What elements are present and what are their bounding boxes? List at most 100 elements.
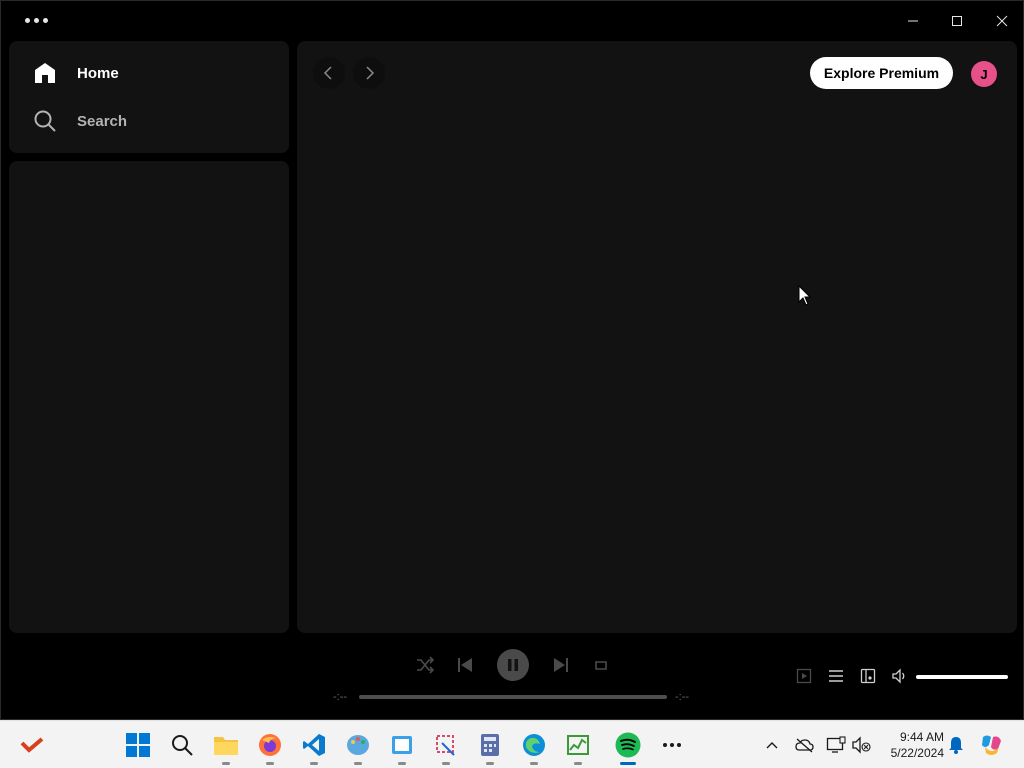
display-button[interactable] xyxy=(824,733,848,757)
now-playing-view-button[interactable] xyxy=(793,665,815,687)
copilot-icon xyxy=(982,735,1001,755)
search-icon xyxy=(172,735,193,756)
taskbar-search-button[interactable] xyxy=(166,729,198,761)
running-indicator xyxy=(354,762,362,765)
edge-icon xyxy=(523,734,545,756)
pause-icon xyxy=(508,659,518,671)
mouse-cursor xyxy=(798,284,812,312)
shuffle-icon xyxy=(417,656,434,674)
vscode-icon xyxy=(303,734,325,756)
start-button[interactable] xyxy=(122,729,154,761)
close-icon xyxy=(996,15,1008,27)
chevron-left-icon xyxy=(323,66,332,80)
windows-icon xyxy=(126,733,150,757)
chevron-up-icon xyxy=(766,742,778,749)
snipping-tool-button[interactable] xyxy=(430,729,462,765)
volume-muted-icon xyxy=(852,736,871,754)
nav-panel: Home Search xyxy=(9,41,289,153)
paint-button[interactable] xyxy=(342,729,374,765)
mute-button[interactable] xyxy=(889,665,911,687)
title-bar xyxy=(1,1,1024,39)
minimize-button[interactable] xyxy=(896,7,930,35)
device-icon xyxy=(860,668,876,684)
close-button[interactable] xyxy=(985,7,1019,35)
forward-button[interactable] xyxy=(353,57,385,89)
active-indicator xyxy=(620,762,636,765)
nav-item-label: Search xyxy=(77,112,128,130)
queue-button[interactable] xyxy=(825,665,847,687)
file-explorer-button[interactable] xyxy=(210,729,242,765)
task-manager-button[interactable] xyxy=(562,729,594,765)
explore-premium-button[interactable]: Explore Premium xyxy=(810,57,953,89)
vscode-button[interactable] xyxy=(298,729,330,765)
task-manager-icon xyxy=(567,735,589,755)
widgets-icon xyxy=(20,737,44,753)
firefox-button[interactable] xyxy=(254,729,286,765)
widgets-button[interactable] xyxy=(16,729,48,761)
clock-date: 5/22/2024 xyxy=(890,746,944,760)
running-indicator xyxy=(398,762,406,765)
running-indicator xyxy=(574,762,582,765)
home-icon xyxy=(35,63,55,83)
monitor-icon xyxy=(826,736,846,753)
progress-bar[interactable] xyxy=(359,695,667,699)
elapsed-time: -:-- xyxy=(333,691,348,703)
app-menu-button[interactable] xyxy=(25,13,51,27)
nav-item-label: Home xyxy=(77,64,119,82)
running-indicator xyxy=(442,762,450,765)
copilot-button[interactable] xyxy=(978,733,1006,757)
onedrive-button[interactable] xyxy=(792,733,816,757)
spotify-taskbar-button[interactable] xyxy=(612,729,644,765)
calculator-icon xyxy=(481,734,499,756)
remaining-time: -:-- xyxy=(675,691,690,703)
running-indicator xyxy=(222,762,230,765)
player-bar: -:-- -:-- xyxy=(1,641,1024,719)
nav-item-home[interactable]: Home xyxy=(33,57,119,89)
running-indicator xyxy=(530,762,538,765)
library-panel xyxy=(9,161,289,633)
system-clock[interactable]: 9:44 AM 5/22/2024 xyxy=(880,729,944,761)
repeat-icon xyxy=(595,661,607,670)
skip-forward-icon xyxy=(554,658,568,672)
bell-icon xyxy=(949,737,963,754)
taskbar: 9:44 AM 5/22/2024 xyxy=(0,720,1024,768)
main-view: Explore Premium J xyxy=(297,41,1017,633)
shuffle-button[interactable] xyxy=(413,653,437,677)
repeat-button[interactable] xyxy=(589,653,613,677)
running-indicator xyxy=(266,762,274,765)
maximize-icon xyxy=(952,16,962,26)
running-indicator xyxy=(486,762,494,765)
notepad-button[interactable] xyxy=(386,729,418,765)
firefox-icon xyxy=(259,734,281,756)
maximize-button[interactable] xyxy=(940,7,974,35)
connect-device-button[interactable] xyxy=(857,665,879,687)
clock-time: 9:44 AM xyxy=(899,730,944,744)
skip-back-icon xyxy=(458,658,472,672)
notepad-icon xyxy=(392,736,412,754)
back-button[interactable] xyxy=(313,57,345,89)
paint-icon xyxy=(347,735,369,755)
calculator-button[interactable] xyxy=(474,729,506,765)
cursor-icon xyxy=(798,284,812,306)
folder-icon xyxy=(214,737,238,755)
volume-tray-button[interactable] xyxy=(850,733,874,757)
nav-item-search[interactable]: Search xyxy=(33,105,127,137)
play-pause-button[interactable] xyxy=(497,649,529,681)
user-avatar[interactable]: J xyxy=(971,61,997,87)
edge-button[interactable] xyxy=(518,729,550,765)
search-icon xyxy=(34,110,56,132)
cloud-off-icon xyxy=(795,738,814,753)
previous-button[interactable] xyxy=(453,653,477,677)
volume-icon xyxy=(892,668,905,684)
now-playing-icon xyxy=(796,668,812,684)
next-button[interactable] xyxy=(549,653,573,677)
show-hidden-icons-button[interactable] xyxy=(760,733,784,757)
running-indicator xyxy=(310,762,318,765)
snipping-tool-icon xyxy=(436,735,455,756)
chevron-right-icon xyxy=(366,66,375,80)
more-apps-button[interactable] xyxy=(656,729,688,761)
spotify-window: Home Search Explore Premium J -:-- -:-- xyxy=(0,0,1024,720)
volume-slider[interactable] xyxy=(916,675,1008,679)
more-icon xyxy=(663,743,681,747)
notifications-button[interactable] xyxy=(944,733,968,757)
